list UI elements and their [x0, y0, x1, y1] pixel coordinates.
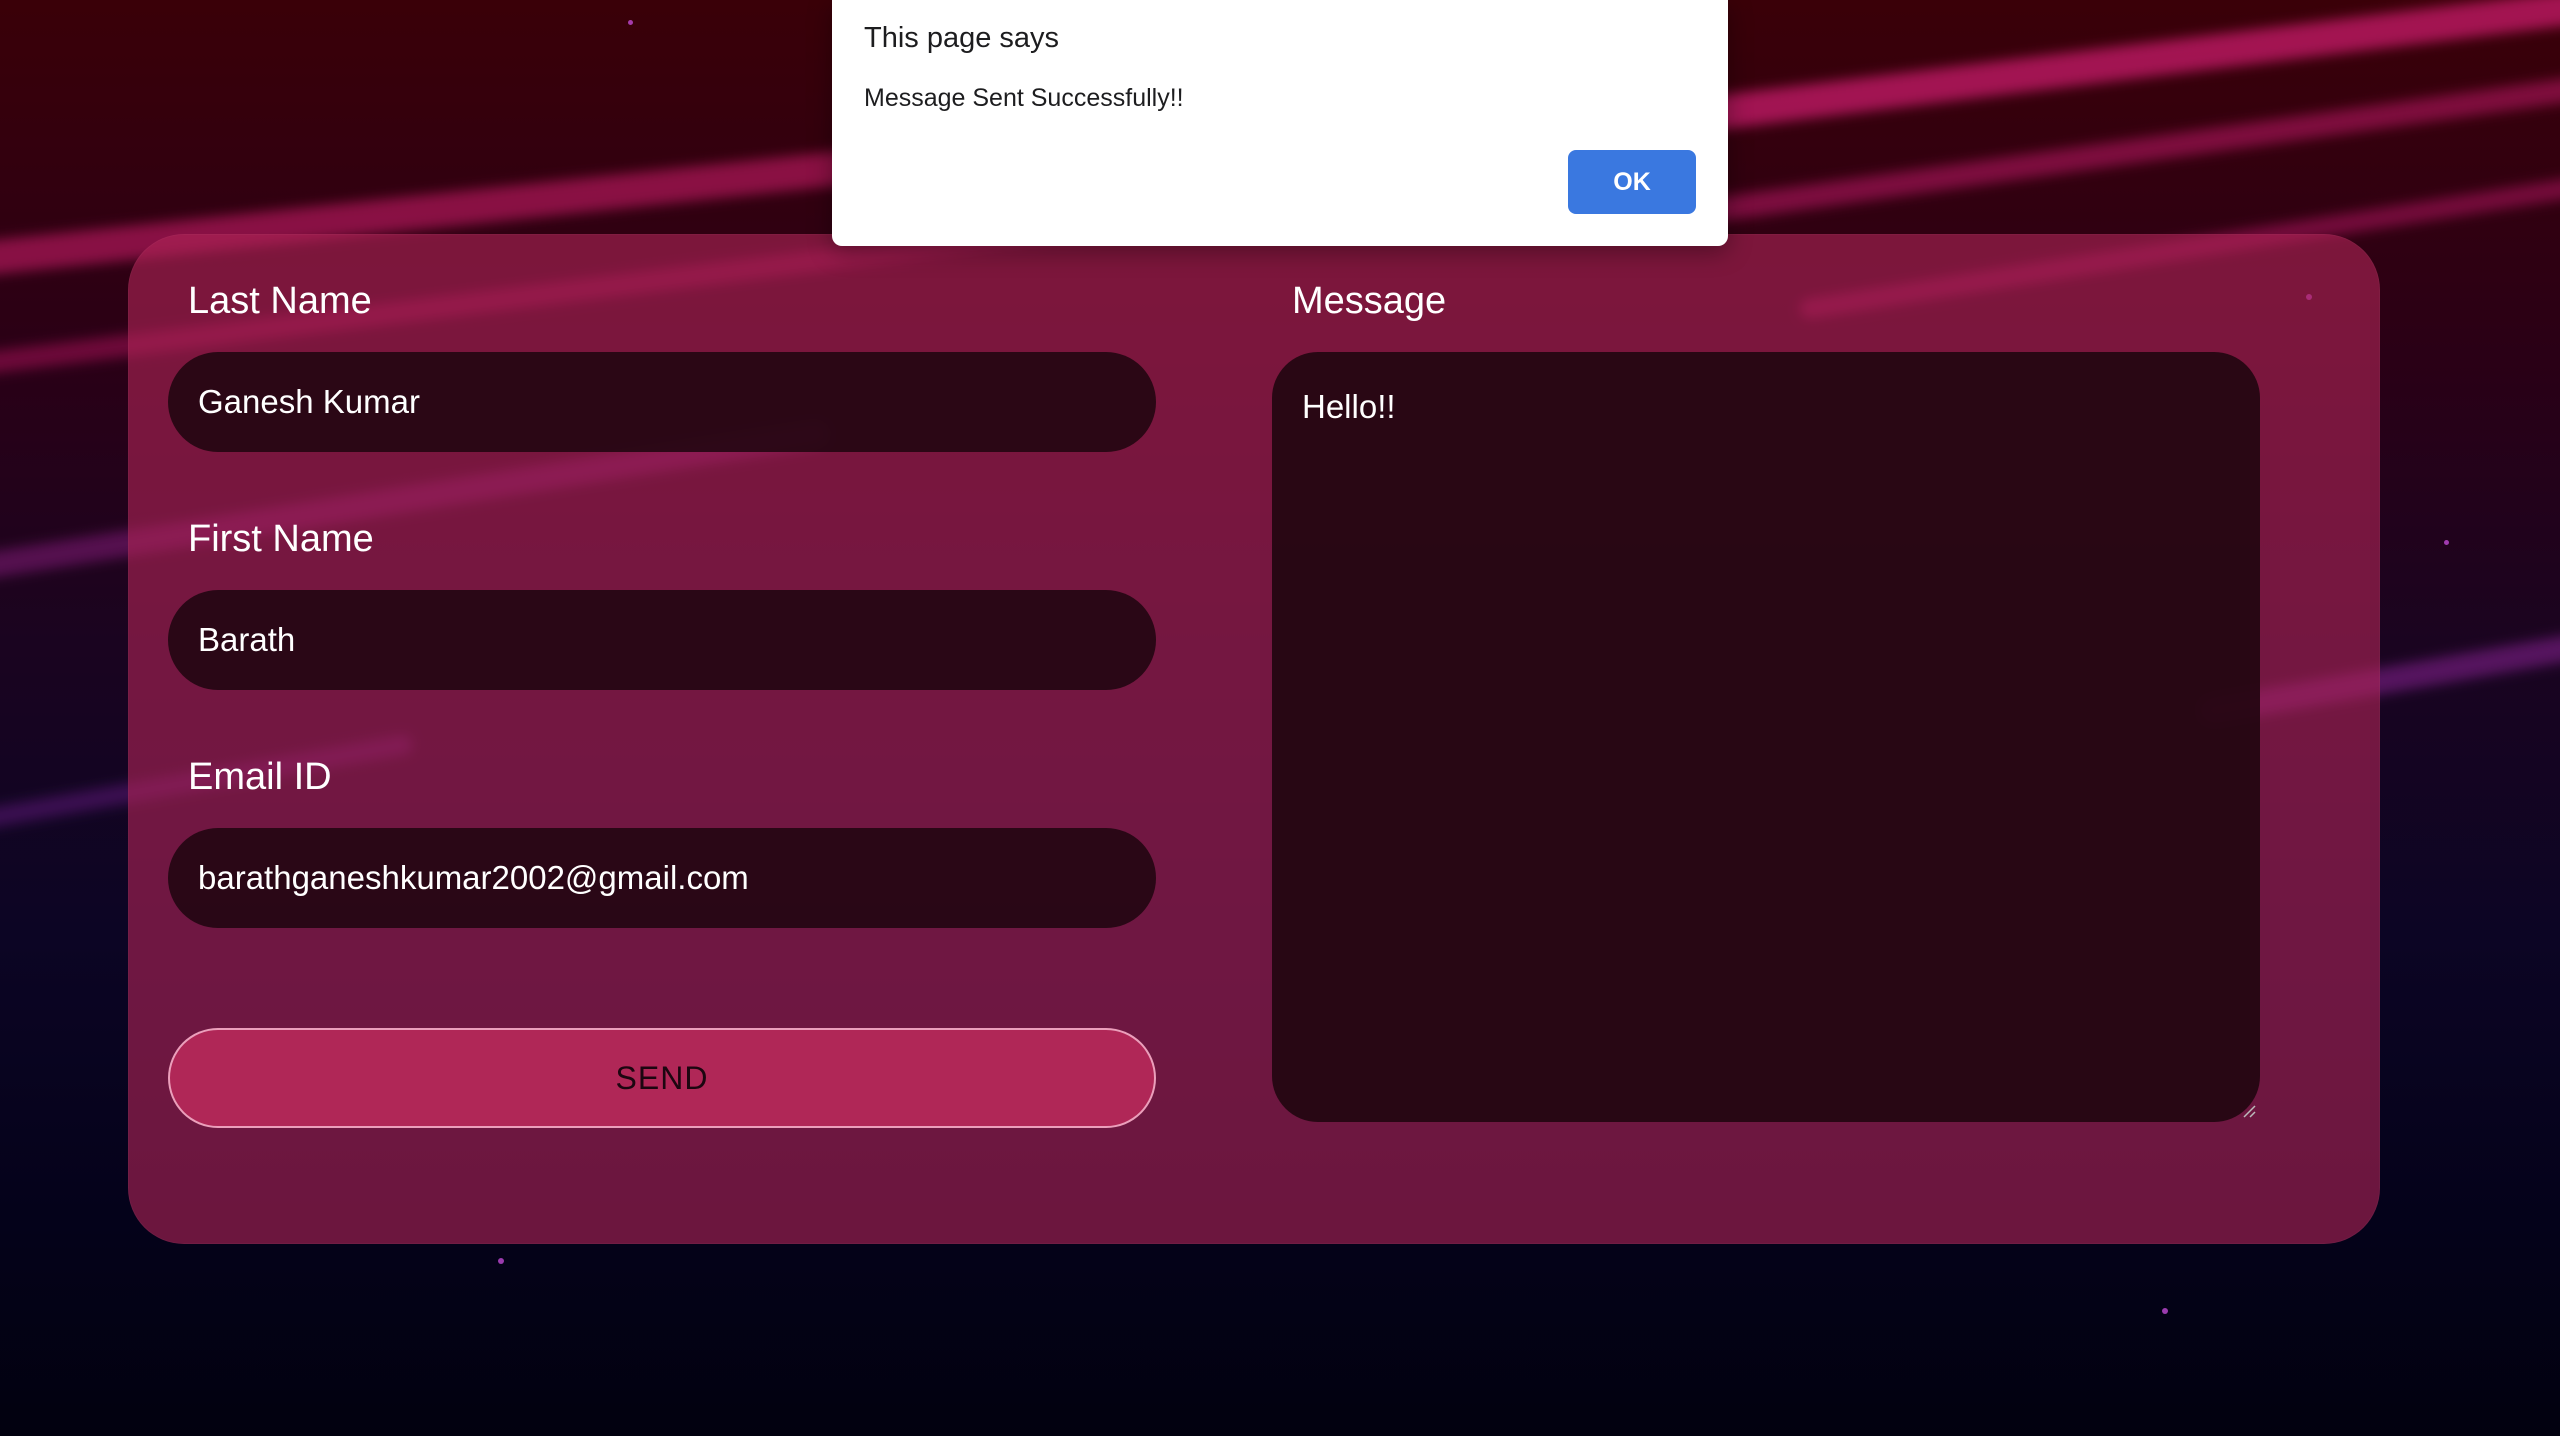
send-button[interactable]: SEND: [168, 1028, 1156, 1128]
background-sparkle: [2162, 1308, 2168, 1314]
background-sparkle: [628, 20, 633, 25]
message-textarea[interactable]: Hello!!: [1272, 352, 2260, 1122]
first-name-input[interactable]: Barath: [168, 590, 1156, 690]
first-name-label: First Name: [188, 518, 374, 560]
message-label: Message: [1292, 280, 1447, 322]
email-label: Email ID: [188, 756, 332, 798]
contact-form-card: Last Name Ganesh Kumar First Name Barath…: [128, 234, 2380, 1244]
dialog-message: Message Sent Successfully!!: [864, 84, 1184, 112]
background-sparkle: [2444, 540, 2449, 545]
message-text: Hello!!: [1302, 388, 1396, 425]
last-name-label: Last Name: [188, 280, 372, 322]
email-input[interactable]: barathganeshkumar2002@gmail.com: [168, 828, 1156, 928]
dialog-ok-button[interactable]: OK: [1568, 150, 1696, 214]
last-name-input[interactable]: Ganesh Kumar: [168, 352, 1156, 452]
alert-dialog: This page says Message Sent Successfully…: [832, 0, 1728, 246]
resize-grip-icon[interactable]: [2240, 1102, 2256, 1118]
dialog-title: This page says: [864, 22, 1060, 54]
background-sparkle: [498, 1258, 504, 1264]
